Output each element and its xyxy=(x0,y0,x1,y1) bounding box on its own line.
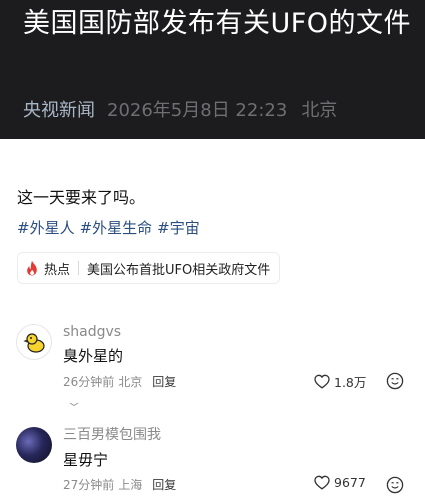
comment-time: 26分钟前 xyxy=(63,375,115,389)
article-title: 美国国防部发布有关UFO的文件 xyxy=(23,8,412,39)
like-button[interactable]: 9677 xyxy=(314,475,366,490)
hot-label: 热点 xyxy=(44,262,71,278)
article-header: 美国国防部发布有关UFO的文件 央视新闻 2026年5月8日 22:23 北京 xyxy=(0,0,425,139)
tag-list: #外星人 #外星生命 #宇宙 xyxy=(17,216,200,240)
publish-location: 北京 xyxy=(301,100,338,121)
like-count: 1.8万 xyxy=(334,375,367,390)
tag-link[interactable]: #外星人 xyxy=(17,216,75,240)
hot-topic-title: 美国公布首批UFO相关政府文件 xyxy=(87,262,271,278)
publish-time: 2026年5月8日 22:23 xyxy=(107,100,288,121)
avatar[interactable] xyxy=(16,427,52,463)
comment-username[interactable]: 三百男模包围我 xyxy=(63,425,161,445)
heart-icon xyxy=(314,374,330,389)
tag-link[interactable]: #外星生命 xyxy=(80,216,153,240)
fire-icon xyxy=(27,260,37,276)
like-count: 9677 xyxy=(334,475,366,490)
emoji-reaction-icon[interactable] xyxy=(386,476,404,494)
avatar[interactable] xyxy=(16,324,52,360)
like-button[interactable]: 1.8万 xyxy=(314,372,366,391)
expand-replies-icon[interactable] xyxy=(69,402,79,406)
article-meta: 央视新闻 2026年5月8日 22:23 北京 xyxy=(23,98,337,124)
comment-text: 星毋宁 xyxy=(63,451,109,469)
comment-time: 27分钟前 xyxy=(63,478,115,492)
comment-username[interactable]: shadgvs xyxy=(63,322,121,342)
reply-button[interactable]: 回复 xyxy=(152,476,176,494)
article-body: 这一天要来了吗。 xyxy=(17,188,146,207)
comment-location: 北京 xyxy=(118,375,143,389)
source-name[interactable]: 央视新闻 xyxy=(23,98,95,124)
comment-location: 上海 xyxy=(118,478,143,492)
hot-topic-chip[interactable]: 热点 美国公布首批UFO相关政府文件 xyxy=(17,252,281,284)
reply-button[interactable]: 回复 xyxy=(152,373,176,391)
chip-divider xyxy=(78,261,80,275)
comment-meta: 26分钟前 北京 回复 xyxy=(63,373,176,391)
heart-icon xyxy=(314,475,330,490)
comment-text: 臭外星的 xyxy=(63,347,124,365)
tag-link[interactable]: #宇宙 xyxy=(157,216,200,240)
emoji-reaction-icon[interactable] xyxy=(386,372,404,390)
duck-avatar-icon xyxy=(23,333,45,353)
comment-meta: 27分钟前 上海 回复 xyxy=(63,476,176,494)
